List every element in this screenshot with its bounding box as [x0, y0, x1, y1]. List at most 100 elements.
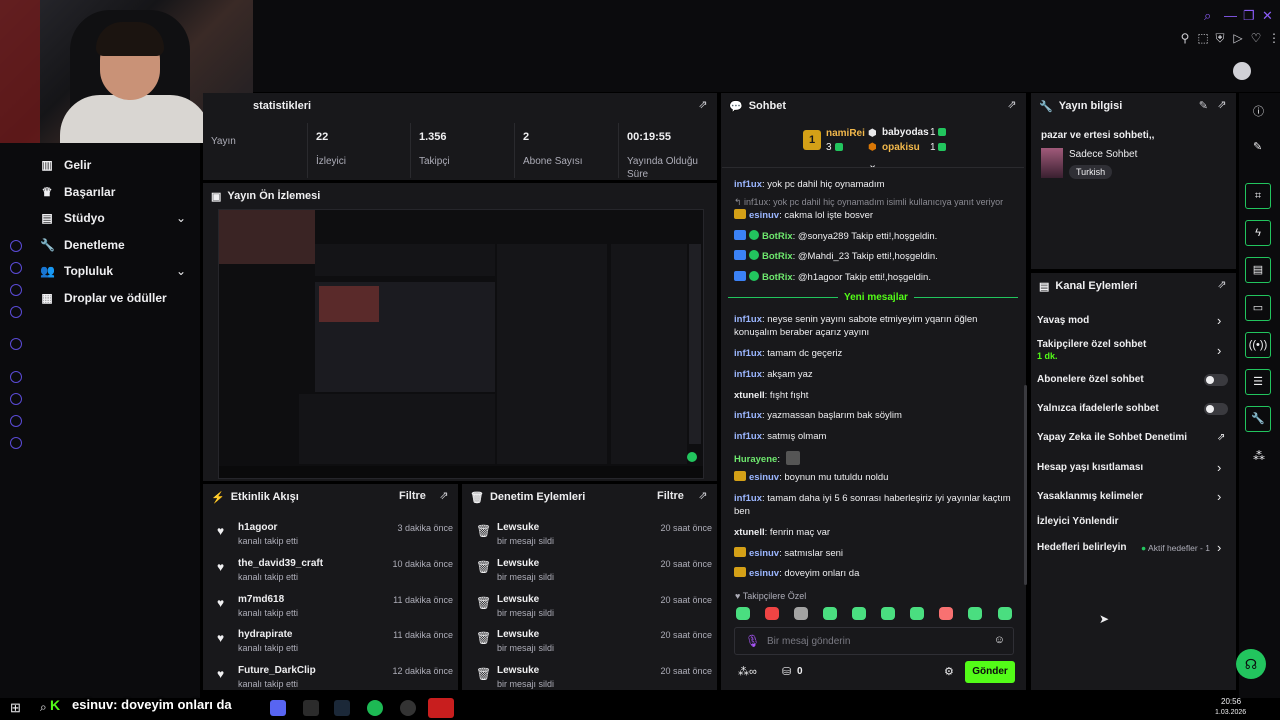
rail-icon[interactable] — [10, 437, 22, 449]
play-icon[interactable]: ▷ — [1230, 30, 1246, 46]
restore-icon[interactable]: ❐ — [1243, 8, 1255, 24]
followers-only-row[interactable]: Takipçilere özel sohbet — [1037, 339, 1227, 350]
leader-name[interactable]: babyodas — [882, 127, 929, 138]
support-button[interactable]: ☊ — [1236, 649, 1266, 679]
emote-icon[interactable] — [852, 607, 866, 620]
raid-row[interactable]: İzleyici Yönlendir — [1037, 516, 1227, 527]
emote-icon[interactable] — [794, 607, 808, 620]
send-button[interactable]: Gönder — [965, 661, 1015, 683]
emoji-icon[interactable]: ☺ — [994, 634, 1005, 646]
search-icon[interactable]: ⌕ — [40, 700, 47, 715]
heart-icon[interactable]: ♡ — [1248, 30, 1264, 46]
heart-icon: ♥ — [217, 560, 225, 574]
popout-icon[interactable]: ⇗ — [1006, 99, 1018, 111]
banned-words-row[interactable]: Yasaklanmış kelimeler — [1037, 491, 1227, 502]
nav-item-droplar[interactable]: ▦ Droplar ve ödüller — [40, 291, 166, 305]
subscribers-only-toggle[interactable] — [1204, 374, 1228, 386]
avatar[interactable] — [1233, 62, 1251, 80]
epic-icon[interactable] — [303, 700, 319, 716]
steam-icon[interactable] — [334, 700, 350, 716]
emote-icon[interactable] — [968, 607, 982, 620]
chevron-down-icon[interactable]: ⌄ — [176, 264, 186, 278]
chevron-right-icon[interactable]: › — [1217, 540, 1221, 555]
chevron-right-icon[interactable]: › — [1217, 313, 1221, 328]
external-link-icon[interactable]: ⇗ — [1217, 432, 1225, 443]
rail-icon[interactable] — [10, 240, 22, 252]
nav-item-denetleme[interactable]: 🔧 Denetleme — [40, 238, 125, 252]
leader-name[interactable]: namiRei — [826, 128, 865, 139]
stream-preview[interactable] — [218, 209, 704, 479]
chat-message: inf1ux: satmış olmam — [734, 431, 827, 442]
viewers-icon[interactable]: ⁂∞ — [738, 665, 757, 678]
pencil-icon[interactable]: ✎ — [1253, 140, 1262, 153]
opera-icon[interactable] — [428, 698, 454, 718]
chevron-right-icon[interactable]: › — [1217, 343, 1221, 358]
stack-button[interactable]: ☰ — [1245, 369, 1271, 395]
emote-icon[interactable] — [736, 607, 750, 620]
leader-name[interactable]: opakisu — [882, 142, 920, 153]
slow-mode-row[interactable]: Yavaş mod — [1037, 315, 1227, 326]
ai-moderation-row[interactable]: Yapay Zeka ile Sohbet Denetimi — [1037, 432, 1227, 443]
expand-icon[interactable]: ⌄ — [868, 158, 877, 171]
chevron-down-icon[interactable]: ⌄ — [176, 211, 186, 225]
nav-item-gelir[interactable]: ▥ Gelir — [40, 158, 91, 172]
trophy-icon: ♛ — [41, 185, 53, 199]
popout-icon[interactable]: ⇗ — [438, 490, 450, 502]
windows-start-icon[interactable]: ⊞ — [10, 700, 21, 716]
lightning-button[interactable]: ϟ — [1245, 220, 1271, 246]
account-age-row[interactable]: Hesap yaşı kısıtlaması — [1037, 462, 1227, 473]
rail-icon[interactable] — [10, 371, 22, 383]
pin-icon[interactable]: ⚲ — [1177, 30, 1193, 46]
wrench-button[interactable]: 🔧 — [1245, 406, 1271, 432]
info-icon[interactable]: ⓘ — [1253, 103, 1264, 119]
tag-badge[interactable]: Turkish — [1069, 165, 1113, 179]
obs-icon[interactable] — [400, 700, 416, 716]
community-icon[interactable]: ⁂ — [1253, 449, 1265, 463]
emote-icon[interactable] — [765, 607, 779, 620]
popout-icon[interactable]: ⇗ — [1216, 279, 1228, 291]
crop-icon[interactable]: ⬚ — [1195, 30, 1211, 46]
rail-icon[interactable] — [10, 415, 22, 427]
document-button[interactable]: ▤ — [1245, 257, 1271, 283]
bot-icon — [734, 250, 746, 260]
search-icon[interactable]: ⌕ — [1204, 8, 1211, 24]
minimize-icon[interactable]: — — [1224, 8, 1237, 23]
rail-icon[interactable] — [10, 262, 22, 274]
nav-item-basarilar[interactable]: ♛ Başarılar — [40, 185, 116, 199]
nav-item-studyo[interactable]: ▤ Stüdyo — [40, 211, 104, 225]
more-icon[interactable]: ⋮ — [1266, 30, 1280, 46]
nav-item-topluluk[interactable]: 👥 Topluluk — [40, 264, 113, 278]
chat-input[interactable]: 🎙 Bir mesaj gönderin ☺ — [734, 627, 1014, 655]
chat-scrollbar[interactable] — [1024, 385, 1027, 585]
chevron-right-icon[interactable]: › — [1217, 489, 1221, 504]
close-icon[interactable]: ✕ — [1262, 8, 1273, 24]
gear-icon[interactable]: ⚙ — [944, 665, 954, 678]
rail-icon[interactable] — [10, 393, 22, 405]
popout-icon[interactable]: ⇗ — [697, 99, 709, 111]
rail-icon[interactable] — [10, 306, 22, 318]
chat-button[interactable]: ▭ — [1245, 295, 1271, 321]
broadcast-button[interactable]: ((•)) — [1245, 332, 1271, 358]
emote-icon[interactable] — [939, 607, 953, 620]
emote-icon[interactable] — [998, 607, 1012, 620]
discord-icon[interactable] — [270, 700, 286, 716]
spotify-icon[interactable] — [367, 700, 383, 716]
popout-icon[interactable]: ⇗ — [697, 490, 709, 502]
activity-filter-button[interactable]: Filtre — [399, 490, 426, 502]
emote-icon[interactable] — [823, 607, 837, 620]
emote-icon[interactable] — [881, 607, 895, 620]
goals-row[interactable]: Hedefleri belirleyin — [1037, 542, 1137, 553]
category-name[interactable]: Sadece Sohbet — [1069, 149, 1137, 160]
rail-icon[interactable] — [10, 284, 22, 296]
popout-icon[interactable]: ⇗ — [1216, 99, 1228, 111]
moderation-filter-button[interactable]: Filtre — [657, 490, 684, 502]
edit-icon[interactable]: ✎ — [1199, 99, 1208, 112]
mic-icon[interactable]: 🎙 — [745, 634, 760, 648]
emotes-only-toggle[interactable] — [1204, 403, 1228, 415]
chevron-right-icon[interactable]: › — [1217, 460, 1221, 475]
emote-icon[interactable] — [910, 607, 924, 620]
shield-icon[interactable]: ⛨ — [1212, 30, 1228, 46]
rail-icon[interactable] — [10, 338, 22, 350]
chat-message: inf1ux: yazmassan başlarım bak söylim — [734, 410, 902, 421]
screenshot-button[interactable]: ⌗ — [1245, 183, 1271, 209]
